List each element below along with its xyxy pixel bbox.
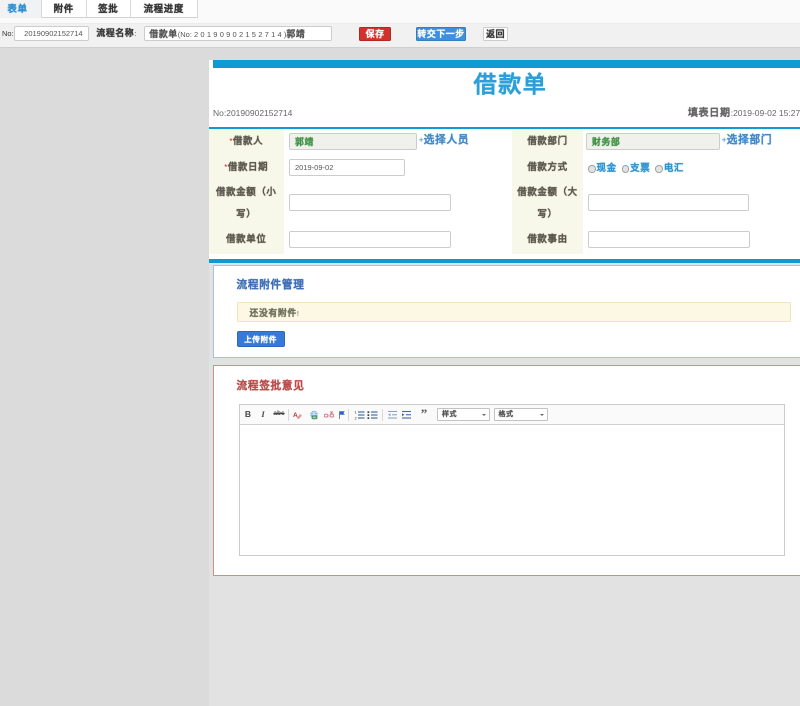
svg-text:2: 2	[354, 415, 357, 420]
svg-text:1: 1	[354, 410, 357, 415]
